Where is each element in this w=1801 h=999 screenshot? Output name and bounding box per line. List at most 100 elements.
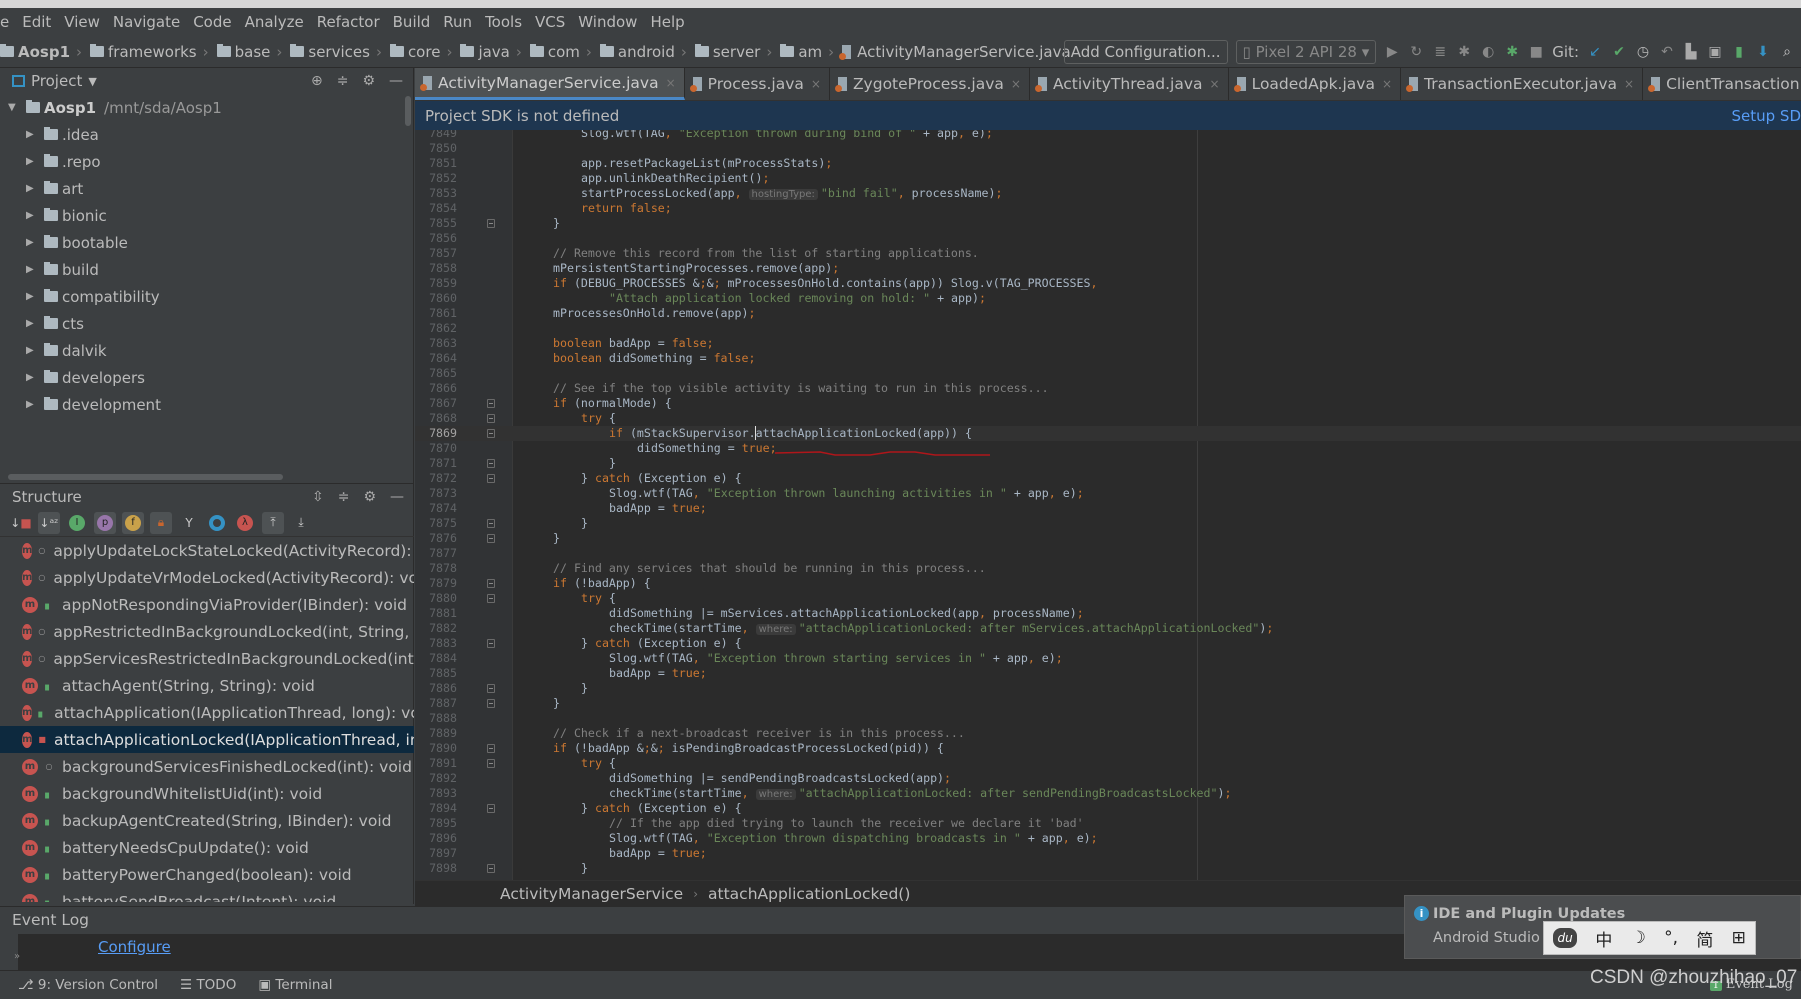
ime-chinese-mode[interactable]: 中 bbox=[1595, 926, 1612, 951]
show-fields-icon[interactable]: f bbox=[122, 511, 144, 534]
gear-icon[interactable]: ⚙ bbox=[362, 73, 375, 89]
expand-arrow-icon[interactable]: ▶ bbox=[26, 237, 40, 248]
menu-run[interactable]: Run bbox=[443, 13, 472, 31]
tab-zygoteprocess[interactable]: ZygoteProcess.java × bbox=[830, 68, 1030, 100]
structure-item[interactable]: m ▖ attachApplication(IApplicationThread, … bbox=[0, 699, 414, 726]
ime-moon-icon[interactable]: ☽ bbox=[1631, 928, 1646, 948]
menu-tools[interactable]: Tools bbox=[485, 13, 522, 31]
nav-crumb[interactable]: Aosp1 › bbox=[0, 43, 82, 61]
menu-vcs[interactable]: VCS bbox=[535, 13, 565, 31]
nav-crumb[interactable]: ActivityManagerService.java bbox=[839, 43, 1071, 61]
git-commit-icon[interactable]: ✔ bbox=[1611, 44, 1627, 60]
tree-item-folder[interactable]: ▶ developers bbox=[0, 364, 413, 391]
expand-arrow-icon[interactable]: ▶ bbox=[26, 372, 40, 383]
terminal-tab[interactable]: ▣ Terminal bbox=[258, 977, 332, 993]
tab-process[interactable]: Process.java × bbox=[685, 68, 830, 100]
expand-arrow-icon[interactable]: ▶ bbox=[26, 156, 40, 167]
version-control-tab[interactable]: ⎇ 9: Version Control bbox=[18, 977, 158, 993]
nav-crumb[interactable]: android › bbox=[599, 43, 687, 61]
expand-arrow-icon[interactable]: ▶ bbox=[26, 210, 40, 221]
ime-punctuation[interactable]: °, bbox=[1664, 928, 1678, 948]
close-tab-icon[interactable]: × bbox=[811, 77, 821, 91]
nav-crumb[interactable]: frameworks › bbox=[90, 43, 209, 61]
close-tab-icon[interactable]: × bbox=[666, 76, 676, 90]
configure-link[interactable]: Configure bbox=[98, 938, 171, 956]
setup-sdk-link[interactable]: Setup SD bbox=[1732, 107, 1801, 125]
structure-item[interactable]: m ○ backgroundServicesFinishedLocked(int):… bbox=[0, 753, 414, 780]
show-lambdas-icon[interactable]: λ bbox=[234, 512, 256, 534]
structure-item[interactable]: m ○ appRestrictedInBackgroundLocked(int, S… bbox=[0, 618, 414, 645]
nav-crumb[interactable]: java › bbox=[460, 43, 522, 61]
nav-crumb[interactable]: server › bbox=[694, 43, 772, 61]
show-inherited-icon[interactable]: I bbox=[66, 512, 88, 534]
apply-changes-icon[interactable]: ↻ bbox=[1408, 44, 1424, 60]
tree-item-folder[interactable]: ▶ bionic bbox=[0, 202, 413, 229]
terminal-window-icon[interactable]: ▣ bbox=[1707, 44, 1723, 60]
menu-e[interactable]: e bbox=[0, 13, 9, 31]
close-tab-icon[interactable]: × bbox=[1210, 77, 1220, 91]
debug-icon[interactable]: ✱ bbox=[1456, 44, 1472, 60]
structure-item[interactable]: m ▖ batteryPowerChanged(boolean): void bbox=[0, 861, 414, 888]
show-non-public-icon[interactable]: 🔒︎ bbox=[150, 511, 172, 534]
apply-code-changes-icon[interactable]: ≣ bbox=[1432, 44, 1448, 60]
nav-crumb[interactable]: core › bbox=[389, 43, 452, 61]
tab-clienttransaction[interactable]: ClientTransaction.java× bbox=[1643, 68, 1801, 100]
attach-debugger-icon[interactable]: ✱ bbox=[1504, 44, 1520, 60]
breadcrumb-class[interactable]: ActivityManagerService bbox=[500, 885, 683, 903]
project-view-selector[interactable]: Project bbox=[31, 72, 82, 90]
profile-icon[interactable]: ◐ bbox=[1480, 44, 1496, 60]
horizontal-scrollbar[interactable] bbox=[8, 474, 283, 480]
ime-grid-icon[interactable]: ⊞ bbox=[1732, 928, 1746, 948]
menu-view[interactable]: View bbox=[64, 13, 100, 31]
show-anonymous-icon[interactable]: Y bbox=[178, 512, 200, 534]
locate-icon[interactable]: ⊕ bbox=[311, 73, 323, 89]
expand-arrow-icon[interactable]: ▶ bbox=[26, 183, 40, 194]
expand-arrow-icon[interactable]: ▶ bbox=[26, 318, 40, 329]
expand-arrow-icon[interactable]: ▶ bbox=[26, 345, 40, 356]
nav-crumb[interactable]: base › bbox=[216, 43, 282, 61]
structure-item[interactable]: m ▖ backupAgentCreated(String, IBinder): v… bbox=[0, 807, 414, 834]
more-chevron-icon[interactable]: » bbox=[14, 951, 20, 962]
ime-simplified[interactable]: 简 bbox=[1696, 926, 1713, 951]
structure-item[interactable]: m ○ applyUpdateVrModeLocked(ActivityRecord… bbox=[0, 564, 414, 591]
menu-help[interactable]: Help bbox=[650, 13, 684, 31]
menu-analyze[interactable]: Analyze bbox=[245, 13, 304, 31]
tree-item-folder[interactable]: ▶ dalvik bbox=[0, 337, 413, 364]
collapse-all-icon[interactable]: ≑ bbox=[337, 73, 349, 89]
tree-item-folder[interactable]: ▶ art bbox=[0, 175, 413, 202]
tree-root[interactable]: ▼ Aosp1 /mnt/sda/Aosp1 bbox=[0, 94, 413, 121]
close-tab-icon[interactable]: × bbox=[1011, 77, 1021, 91]
close-tab-icon[interactable]: × bbox=[1624, 77, 1634, 91]
tree-item-folder[interactable]: ▶ compatibility bbox=[0, 283, 413, 310]
show-interfaces-icon[interactable] bbox=[206, 512, 228, 534]
project-structure-icon[interactable]: ▙ bbox=[1683, 44, 1699, 60]
structure-item[interactable]: m ▖ appNotRespondingViaProvider(IBinder): … bbox=[0, 591, 414, 618]
structure-item[interactable]: m ▖ batteryNeedsCpuUpdate(): void bbox=[0, 834, 414, 861]
expand-arrow-icon[interactable]: ▶ bbox=[26, 264, 40, 275]
structure-item[interactable]: m ■ attachApplicationLocked(IApplicationTh… bbox=[0, 726, 414, 753]
sort-by-visibility-icon[interactable]: ↓ ■ bbox=[10, 512, 32, 534]
add-configuration-button[interactable]: Add Configuration... bbox=[1063, 40, 1228, 64]
minimize-icon[interactable]: — bbox=[390, 489, 404, 505]
baidu-ime-logo[interactable]: du bbox=[1553, 928, 1578, 948]
close-tab-icon[interactable]: × bbox=[1382, 77, 1392, 91]
nav-crumb[interactable]: services › bbox=[290, 43, 382, 61]
menu-window[interactable]: Window bbox=[578, 13, 637, 31]
git-history-icon[interactable]: ◷ bbox=[1635, 44, 1651, 60]
device-selector[interactable]: ▯ Pixel 2 API 28 ▾ bbox=[1235, 40, 1377, 64]
menu-code[interactable]: Code bbox=[193, 13, 231, 31]
autoscroll-to-source-icon[interactable]: ⤒ bbox=[262, 511, 284, 534]
structure-item[interactable]: m ○ appServicesRestrictedInBackgroundLocke… bbox=[0, 645, 414, 672]
tree-item-folder[interactable]: ▶ .idea bbox=[0, 121, 413, 148]
expand-arrow-icon[interactable]: ▶ bbox=[26, 129, 40, 140]
tree-item-folder[interactable]: ▶ development bbox=[0, 391, 413, 415]
minimize-icon[interactable]: — bbox=[389, 73, 403, 89]
menu-navigate[interactable]: Navigate bbox=[113, 13, 180, 31]
gear-icon[interactable]: ⚙ bbox=[363, 489, 376, 505]
expand-arrow-icon[interactable]: ▶ bbox=[26, 291, 40, 302]
breadcrumb-method[interactable]: attachApplicationLocked() bbox=[708, 885, 910, 903]
show-properties-icon[interactable]: p bbox=[94, 511, 116, 534]
structure-item[interactable]: m ▖ backgroundWhitelistUid(int): void bbox=[0, 780, 414, 807]
structure-item[interactable]: m ▖ attachAgent(String, String): void bbox=[0, 672, 414, 699]
sdk-manager-icon[interactable]: ⬇ bbox=[1755, 44, 1771, 60]
